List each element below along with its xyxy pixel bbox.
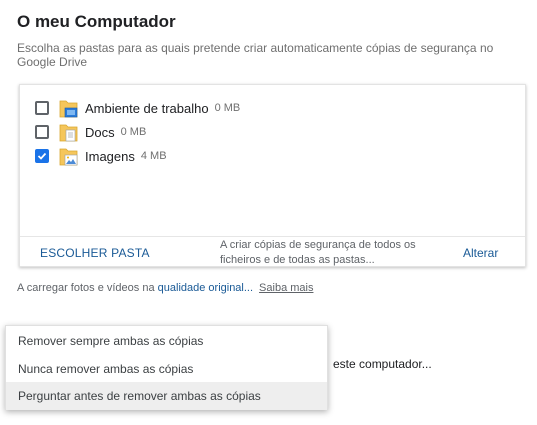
backup-status-text: A criar cópias de segurança de todos os … [220,238,450,268]
checkbox-pictures[interactable] [35,149,49,163]
remove-copies-dropdown: Remover sempre ambas as cópias Nunca rem… [5,325,328,410]
folder-name: Ambiente de trabalho [85,100,209,116]
folder-size: 4 MB [140,150,167,162]
page-title: O meu Computador [17,12,176,31]
upload-prefix: A carregar fotos e vídeos na [17,282,158,294]
folder-size: 0 MB [120,126,147,138]
upload-quality-line: A carregar fotos e vídeos na qualidade o… [17,282,313,294]
checkbox-docs[interactable] [35,125,49,139]
documents-folder-icon [59,124,78,141]
dropdown-option-always-remove[interactable]: Remover sempre ambas as cópias [6,327,327,355]
folder-name: Imagens [85,148,135,164]
folder-row-docs[interactable]: Docs 0 MB [35,120,146,144]
folder-row-pictures[interactable]: Imagens 4 MB [35,144,167,168]
folder-name: Docs [85,124,115,140]
choose-folder-button[interactable]: ESCOLHER PASTA [40,246,150,260]
dropdown-option-ask-before-remove[interactable]: Perguntar antes de remover ambas as cópi… [6,382,327,410]
folder-selection-card: Ambiente de trabalho 0 MB Docs 0 MB Imag… [19,84,526,267]
folder-size: 0 MB [214,102,241,114]
pictures-folder-icon [59,148,78,165]
backup-status-line-1: A criar cópias de segurança de todos os [220,239,416,251]
folder-row-desktop[interactable]: Ambiente de trabalho 0 MB [35,96,240,120]
desktop-folder-icon [59,100,78,117]
checkmark-icon [37,152,47,160]
learn-more-link[interactable]: Saiba mais [259,282,313,294]
backup-status-line-2: ficheiros e de todas as pastas... [220,254,375,266]
page-subtitle: Escolha as pastas para as quais pretende… [17,41,494,69]
original-quality-link[interactable]: qualidade original... [158,282,253,294]
card-footer: ESCOLHER PASTA A criar cópias de seguran… [20,236,525,268]
dropdown-option-never-remove[interactable]: Nunca remover ambas as cópias [6,355,327,383]
checkbox-desktop[interactable] [35,101,49,115]
change-button[interactable]: Alterar [463,246,498,260]
partially-hidden-label: este computador... [333,357,432,371]
